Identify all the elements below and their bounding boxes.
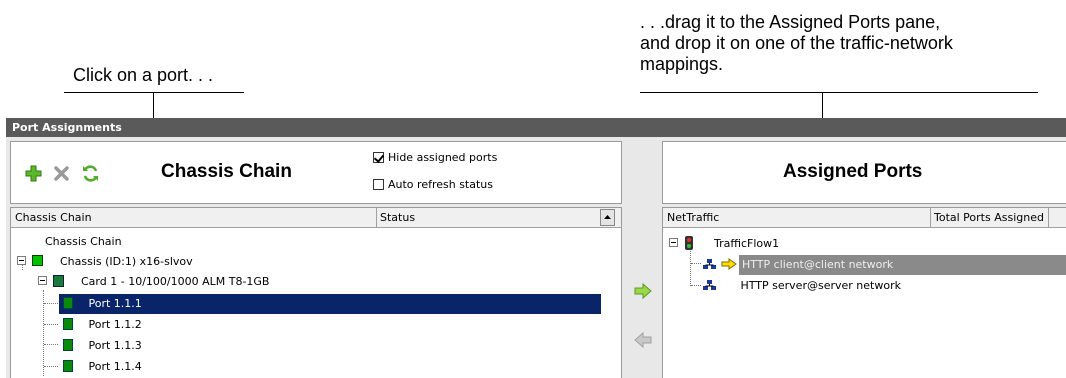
trafficflow-label: TrafficFlow1 xyxy=(714,237,780,250)
delete-x-icon[interactable] xyxy=(53,165,70,182)
mapping-server-label: HTTP server@server network xyxy=(740,279,901,292)
card-icon xyxy=(52,275,64,287)
port-label: Port 1.1.4 xyxy=(88,360,142,373)
refresh-icon[interactable] xyxy=(81,164,100,183)
callout-right-line-3: mappings. xyxy=(640,54,724,74)
auto-refresh-status-checkbox[interactable]: Auto refresh status xyxy=(373,178,493,191)
tree-item-trafficflow[interactable]: TrafficFlow1 xyxy=(669,234,779,254)
tree-connector xyxy=(44,366,58,367)
window-title: Port Assignments xyxy=(6,118,1066,137)
tree-connector xyxy=(44,303,58,304)
tree-item-port[interactable]: Port 1.1.2 xyxy=(59,315,142,335)
port-icon xyxy=(63,318,73,330)
callout-left: Click on a port. . . xyxy=(73,65,214,85)
chassis-tree-header: Chassis Chain Status xyxy=(11,208,621,228)
tree-item-chassis[interactable]: Chassis (ID:1) x16-slvov xyxy=(17,252,193,272)
hide-assigned-label: Hide assigned ports xyxy=(388,151,498,164)
collapse-icon[interactable] xyxy=(38,276,47,285)
callout-left-underline xyxy=(64,92,244,93)
card-label: Card 1 - 10/100/1000 ALM T8-1GB xyxy=(81,275,270,288)
port-label: Port 1.1.3 xyxy=(88,339,142,352)
chassis-status-icon xyxy=(31,255,43,266)
network-icon xyxy=(703,257,716,269)
network-icon xyxy=(703,278,716,290)
chassis-chain-heading: Chassis Chain xyxy=(161,161,292,182)
tree-connector xyxy=(691,285,701,286)
mapping-client-label[interactable]: HTTP client@client network xyxy=(739,255,1066,275)
tree-item-card[interactable]: Card 1 - 10/100/1000 ALM T8-1GB xyxy=(38,272,269,292)
auto-refresh-label: Auto refresh status xyxy=(388,178,494,191)
column-nettraffic[interactable]: NetTraffic xyxy=(667,208,719,227)
tree-item-mapping-client[interactable] xyxy=(703,255,737,275)
hide-assigned-ports-checkbox[interactable]: Hide assigned ports xyxy=(373,151,497,164)
chassis-toolbar: Chassis Chain Hide assigned ports Auto r… xyxy=(10,141,622,204)
auto-refresh-checkbox-box[interactable] xyxy=(373,179,384,190)
tree-root-chassis-chain[interactable]: Chassis Chain xyxy=(45,232,122,252)
assigned-tree-header: NetTraffic Total Ports Assigned xyxy=(663,208,1066,228)
chassis-tree-panel: Chassis Chain Status Chassis Chain Chass… xyxy=(10,207,622,378)
tree-connector xyxy=(44,344,58,345)
tree-item-port[interactable]: Port 1.1.3 xyxy=(59,336,142,356)
port-icon xyxy=(63,297,73,309)
drop-arrow-icon xyxy=(721,257,737,270)
assigned-toolbar: Assigned Ports xyxy=(662,141,1066,204)
arrow-right-icon[interactable] xyxy=(634,282,652,300)
column-status[interactable]: Status xyxy=(376,208,415,227)
hide-assigned-checkbox-box[interactable] xyxy=(373,152,384,163)
port-icon xyxy=(63,360,73,372)
assigned-ports-heading: Assigned Ports xyxy=(783,161,923,182)
tree-connector xyxy=(44,324,58,325)
tree-item-port-selected[interactable]: Port 1.1.1 xyxy=(59,294,601,314)
tree-item-port[interactable]: Port 1.1.4 xyxy=(59,357,142,377)
column-chassis-chain[interactable]: Chassis Chain xyxy=(15,208,92,227)
collapse-icon[interactable] xyxy=(669,238,678,247)
port-icon xyxy=(63,339,73,351)
arrow-left-icon[interactable] xyxy=(634,331,652,349)
port-label: Port 1.1.2 xyxy=(88,318,142,331)
callout-right: . . .drag it to the Assigned Ports pane,… xyxy=(640,12,953,75)
port-label: Port 1.1.1 xyxy=(88,297,142,310)
scroll-up-button[interactable] xyxy=(600,209,615,226)
callout-right-line-1: . . .drag it to the Assigned Ports pane, xyxy=(640,12,941,32)
callout-right-line-2: and drop it on one of the traffic-networ… xyxy=(640,33,953,53)
chassis-label: Chassis (ID:1) x16-slvov xyxy=(60,255,193,268)
tree-connector xyxy=(691,263,701,264)
traffic-light-icon xyxy=(684,236,693,250)
column-total-ports-assigned[interactable]: Total Ports Assigned xyxy=(930,208,1049,227)
callout-right-underline xyxy=(640,92,1038,93)
assigned-tree-panel: NetTraffic Total Ports Assigned TrafficF… xyxy=(662,207,1066,378)
collapse-icon[interactable] xyxy=(17,256,26,265)
plus-icon[interactable] xyxy=(25,165,42,182)
tree-item-mapping-server[interactable]: HTTP server@server network xyxy=(703,276,901,296)
